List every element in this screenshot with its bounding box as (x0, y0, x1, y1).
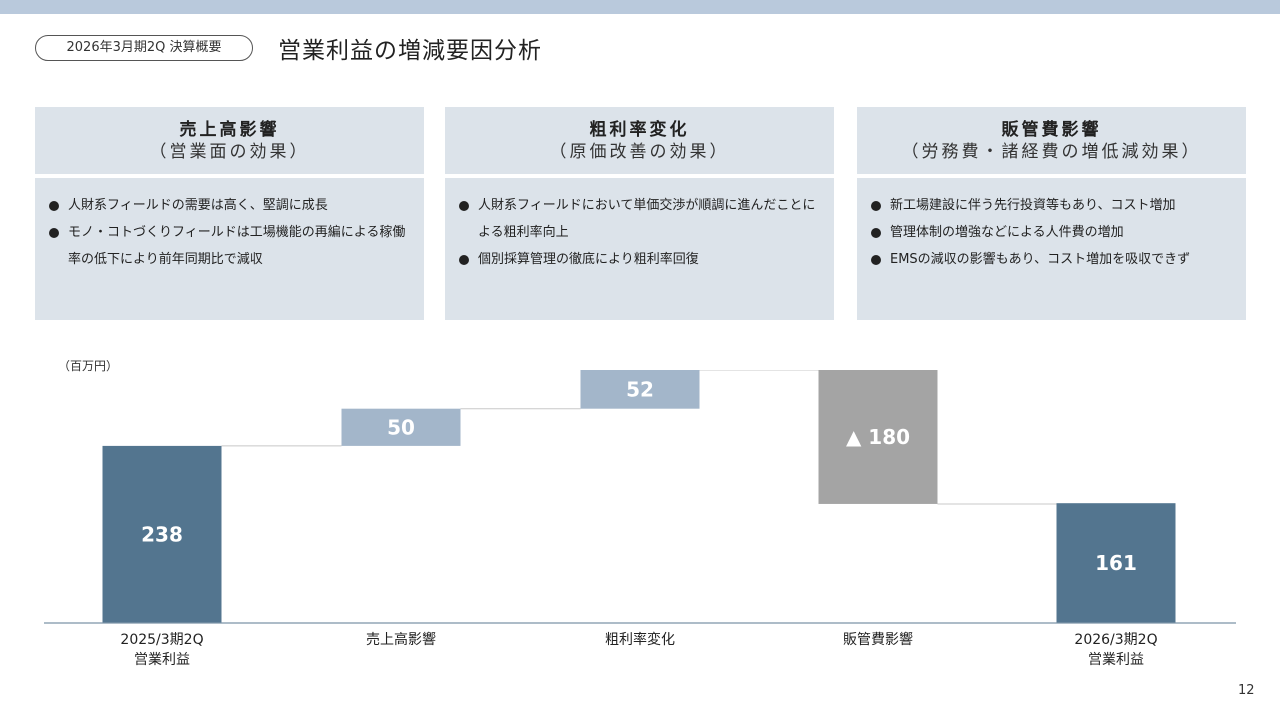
bullet-dot-icon (871, 255, 881, 265)
bullet-text: モノ・コトづくりフィールドは工場機能の再編による稼働率の低下により前年同期比で減… (68, 225, 406, 267)
category-label: 2025/3期2Q (120, 632, 203, 648)
sales-impact-box: 売上高影響 （営業面の効果） 人財系フィールドの需要は高く、堅調に成長 モノ・コ… (35, 107, 424, 320)
box-body: 新工場建設に伴う先行投資等もあり、コスト増加 管理体制の増強などによる人件費の増… (857, 178, 1246, 320)
data-label: 238 (141, 522, 183, 546)
bullet-dot-icon (871, 201, 881, 211)
box-header: 販管費影響 （労務費・諸経費の増低減効果） (857, 107, 1246, 174)
bullet-text: 管理体制の増強などによる人件費の増加 (890, 225, 1124, 240)
box-body: 人財系フィールドの需要は高く、堅調に成長 モノ・コトづくりフィールドは工場機能の… (35, 178, 424, 320)
bullet-item: 個別採算管理の徹底により粗利率回復 (459, 246, 824, 273)
category-label: 販管費影響 (843, 631, 913, 648)
box-subtitle: （原価改善の効果） (549, 142, 730, 162)
box-title: 粗利率変化 (589, 120, 690, 140)
bullet-text: 新工場建設に伴う先行投資等もあり、コスト増加 (890, 198, 1176, 213)
box-title: 売上高影響 (179, 120, 280, 140)
bullet-text: 人財系フィールドの需要は高く、堅調に成長 (68, 198, 328, 213)
bullet-item: 管理体制の増強などによる人件費の増加 (871, 219, 1236, 246)
gross-margin-box: 粗利率変化 （原価改善の効果） 人財系フィールドにおいて単価交渉が順調に進んだこ… (445, 107, 834, 320)
bullet-item: 人財系フィールドにおいて単価交渉が順調に進んだことによる粗利率向上 (459, 192, 824, 246)
bullet-item: モノ・コトづくりフィールドは工場機能の再編による稼働率の低下により前年同期比で減… (49, 219, 414, 273)
bullet-dot-icon (871, 228, 881, 238)
bullet-text: EMSの減収の影響もあり、コスト増加を吸収できず (890, 252, 1191, 267)
box-title: 販管費影響 (1001, 120, 1102, 140)
box-header: 粗利率変化 （原価改善の効果） (445, 107, 834, 174)
bullet-item: 新工場建設に伴う先行投資等もあり、コスト増加 (871, 192, 1236, 219)
bullet-dot-icon (49, 201, 59, 211)
bullet-dot-icon (459, 255, 469, 265)
category-label: 2026/3期2Q (1074, 632, 1157, 648)
page-number: 12 (1238, 683, 1255, 698)
page-title: 営業利益の増減要因分析 (278, 38, 542, 64)
category-label: 粗利率変化 (605, 631, 675, 648)
data-label: 52 (626, 377, 654, 401)
category-label: 売上高影響 (366, 631, 436, 648)
bullet-dot-icon (49, 228, 59, 238)
bullet-text: 個別採算管理の徹底により粗利率回復 (478, 252, 699, 267)
category-label: 営業利益 (134, 652, 190, 668)
bullet-dot-icon (459, 201, 469, 211)
box-body: 人財系フィールドにおいて単価交渉が順調に進んだことによる粗利率向上 個別採算管理… (445, 178, 834, 320)
box-header: 売上高影響 （営業面の効果） (35, 107, 424, 174)
data-label: 50 (387, 415, 415, 439)
sga-impact-box: 販管費影響 （労務費・諸経費の増低減効果） 新工場建設に伴う先行投資等もあり、コ… (857, 107, 1246, 320)
data-label: ▲ 180 (846, 425, 910, 449)
bullet-item: EMSの減収の影響もあり、コスト増加を吸収できず (871, 246, 1236, 273)
box-subtitle: （労務費・諸経費の増低減効果） (901, 142, 1202, 162)
category-label: 営業利益 (1088, 652, 1144, 668)
bullet-item: 人財系フィールドの需要は高く、堅調に成長 (49, 192, 414, 219)
data-label: 161 (1095, 551, 1137, 575)
period-badge: 2026年3月期2Q 決算概要 (35, 35, 253, 61)
top-accent-bar (0, 0, 1280, 14)
bullet-text: 人財系フィールドにおいて単価交渉が順調に進んだことによる粗利率向上 (478, 198, 816, 240)
box-subtitle: （営業面の効果） (149, 142, 310, 162)
waterfall-chart: 238 50 52 ▲ 180 161 2025/3期2Q 営業利益 売上高影響 粗利率変化 販管… (44, 370, 1236, 668)
